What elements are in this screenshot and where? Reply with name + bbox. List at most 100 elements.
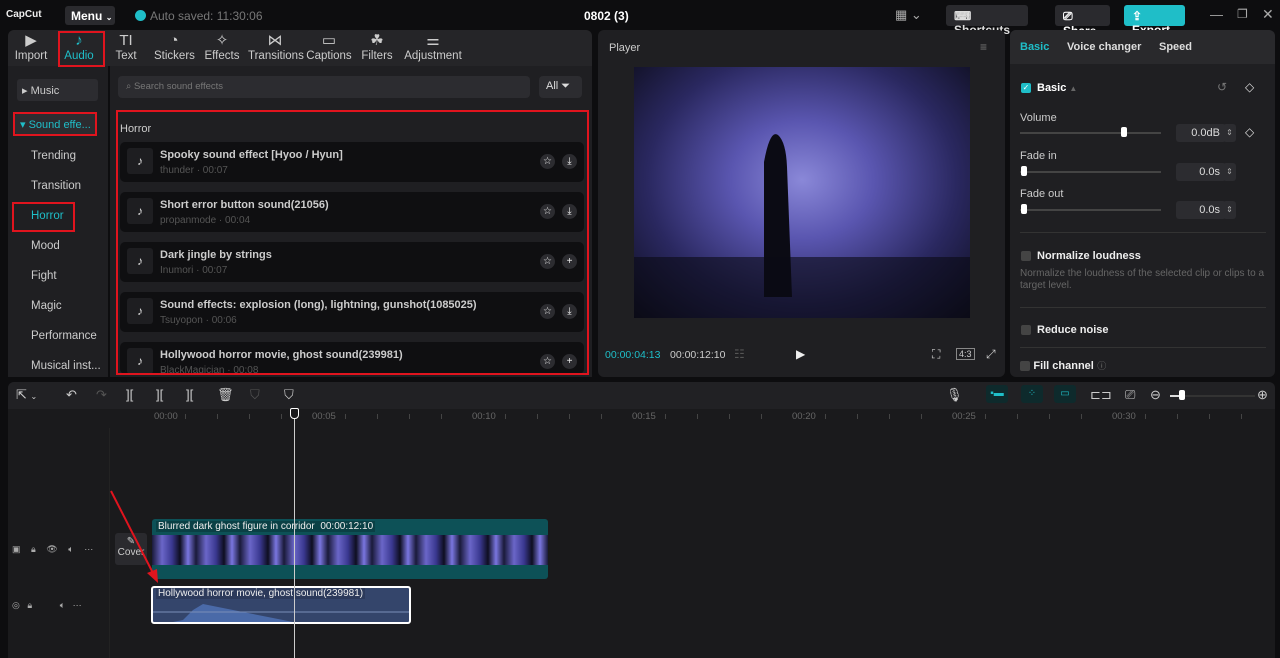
fill-channel-checkbox[interactable] — [1020, 360, 1030, 371]
favorite-icon[interactable]: ☆ — [540, 204, 555, 219]
tab-stickers[interactable]: ◔ Stickers — [154, 32, 195, 62]
favorite-icon[interactable]: ☆ — [540, 304, 555, 319]
shortcuts-button[interactable]: ⌨ Shortcuts — [946, 5, 1028, 37]
keyframe-icon[interactable]: ◇ — [1245, 80, 1254, 94]
zoom-slider-handle[interactable] — [1179, 390, 1185, 400]
download-icon[interactable]: ⤓ — [562, 154, 577, 169]
fade-in-input[interactable]: 0.0s — [1176, 163, 1226, 181]
fade-out-input[interactable]: 0.0s — [1176, 201, 1226, 219]
search-input[interactable]: ⌕ Search sound effects — [118, 76, 530, 98]
filter-button[interactable]: All ⏷ — [539, 76, 582, 98]
playhead[interactable] — [294, 410, 295, 658]
lock-icon[interactable]: 🔒︎ — [31, 544, 36, 554]
category-transition[interactable]: Transition — [31, 180, 81, 192]
export-button[interactable]: ⇪ Export — [1124, 5, 1185, 37]
help-icon[interactable]: ⓘ — [1097, 361, 1106, 371]
preview-axis-icon[interactable]: ⊏⊐ — [1090, 387, 1112, 403]
fit-icon[interactable]: ⛶ — [932, 347, 940, 362]
aspect-ratio-button[interactable]: 4:3 — [956, 348, 975, 360]
video-clip[interactable]: Blurred dark ghost figure in corridor 00… — [152, 519, 548, 579]
split-left-icon[interactable]: ][ — [156, 387, 163, 402]
delete-icon[interactable]: 🗑 — [217, 387, 234, 403]
sound-item[interactable]: ♪ Short error button sound(21056) propanmo… — [120, 192, 584, 232]
frames-icon[interactable]: ☷ — [734, 347, 745, 361]
minimize-button[interactable]: — — [1210, 7, 1223, 22]
tab-transitions[interactable]: ⋈ Transitions — [248, 32, 304, 62]
shield-icon[interactable]: ⛉ — [250, 387, 260, 403]
volume-slider[interactable] — [1020, 132, 1161, 134]
fade-out-slider[interactable] — [1020, 209, 1161, 211]
sound-item[interactable]: ♪ Sound effects: explosion (long), lightn… — [120, 292, 584, 332]
fade-in-slider[interactable] — [1020, 171, 1161, 173]
download-icon[interactable]: ⤓ — [562, 204, 577, 219]
category-trending[interactable]: Trending — [31, 150, 76, 162]
tab-audio[interactable]: ♪ Audio — [62, 32, 96, 62]
tab-effects[interactable]: ✧ Effects — [204, 32, 240, 62]
fill-channel-row[interactable]: Fill channel ⓘ — [1020, 358, 1160, 374]
tab-filters[interactable]: ☘ Filters — [360, 32, 394, 62]
linkage-icon[interactable]: ▭ — [1054, 385, 1076, 403]
add-icon[interactable]: + — [562, 354, 577, 369]
tab-captions[interactable]: ▭ Captions — [306, 32, 352, 62]
sound-item[interactable]: ♪ Dark jingle by strings Inumori · 00:07 ☆ + — [120, 242, 584, 282]
close-button[interactable]: ✕ — [1262, 6, 1274, 23]
tab-import[interactable]: ▶ Import — [14, 32, 48, 62]
redo-icon[interactable]: ↷ — [96, 387, 107, 403]
split-right-icon[interactable]: ][ — [186, 387, 193, 402]
fade-out-stepper[interactable]: ⇕ — [1223, 201, 1236, 219]
tab-voice-changer[interactable]: Voice changer — [1067, 41, 1141, 53]
tab-adjustment[interactable]: ⚌ Adjustment — [404, 32, 462, 62]
favorite-icon[interactable]: ☆ — [540, 254, 555, 269]
microphone-icon[interactable]: 🎙 — [946, 387, 963, 403]
category-magic[interactable]: Magic — [31, 300, 62, 312]
category-horror[interactable]: Horror — [31, 210, 64, 222]
category-music[interactable]: ▸ Music — [17, 79, 98, 101]
split-icon[interactable]: ][ — [126, 387, 133, 402]
category-sound-effects[interactable]: ▾ Sound effe... — [15, 113, 97, 135]
speaker-icon[interactable]: 🔈︎ — [68, 544, 73, 554]
playhead-handle[interactable] — [290, 408, 299, 419]
collapse-icon[interactable]: ▲ — [1069, 84, 1077, 93]
select-tool-icon[interactable]: ⇱ ⌄ — [16, 387, 37, 403]
eye-icon[interactable]: 👁︎ — [46, 544, 57, 554]
marker-icon[interactable]: ⛉ — [284, 387, 294, 403]
maximize-button[interactable]: ❐ — [1237, 7, 1248, 21]
main-track-magnet-icon[interactable]: ▪▬ — [986, 385, 1008, 403]
lock-icon[interactable]: 🔒︎ — [27, 600, 32, 610]
zoom-out-icon[interactable]: ⊖ — [1150, 387, 1161, 403]
category-mood[interactable]: Mood — [31, 240, 60, 252]
tab-basic[interactable]: Basic — [1020, 41, 1049, 53]
reset-icon[interactable]: ↺ — [1217, 80, 1227, 94]
category-performance[interactable]: Performance — [31, 330, 97, 342]
fade-in-stepper[interactable]: ⇕ — [1223, 163, 1236, 181]
menu-button[interactable]: Menu ⌄ — [65, 6, 115, 25]
download-icon[interactable]: ⤓ — [562, 304, 577, 319]
undo-icon[interactable]: ↶ — [66, 387, 77, 403]
favorite-icon[interactable]: ☆ — [540, 354, 555, 369]
add-icon[interactable]: + — [562, 254, 577, 269]
audio-clip[interactable]: Hollywood horror movie, ghost sound(2399… — [151, 586, 411, 624]
layout-icon[interactable]: ▦ ⌄ — [895, 7, 922, 23]
category-musical-instruments[interactable]: Musical inst... — [31, 360, 101, 372]
more-icon[interactable]: ⋯ — [84, 544, 93, 554]
zoom-fit-icon[interactable]: ⎚ — [1125, 387, 1135, 403]
play-button[interactable]: ▶ — [796, 347, 805, 361]
video-preview[interactable] — [634, 67, 970, 318]
volume-stepper[interactable]: ⇕ — [1223, 124, 1236, 142]
tab-speed[interactable]: Speed — [1159, 41, 1192, 53]
category-fight[interactable]: Fight — [31, 270, 57, 282]
volume-input[interactable]: 0.0dB — [1176, 124, 1226, 142]
sound-item[interactable]: ♪ Spooky sound effect [Hyoo / Hyun] thunde… — [120, 142, 584, 182]
tab-text[interactable]: TI Text — [114, 32, 138, 62]
sound-item[interactable]: ♪ Hollywood horror movie, ghost sound(239… — [120, 342, 584, 374]
volume-keyframe-icon[interactable]: ◇ — [1245, 125, 1254, 139]
zoom-in-icon[interactable]: ⊕ — [1257, 387, 1268, 403]
basic-checkbox[interactable]: ✓ — [1021, 83, 1031, 93]
favorite-icon[interactable]: ☆ — [540, 154, 555, 169]
reduce-noise-checkbox[interactable] — [1021, 325, 1031, 335]
more-icon[interactable]: ⋯ — [73, 600, 82, 610]
normalize-checkbox[interactable] — [1021, 251, 1031, 261]
fade-in-handle[interactable] — [1021, 166, 1027, 176]
fullscreen-icon[interactable]: ⤢ — [986, 347, 996, 362]
speaker-icon[interactable]: 🔈︎ — [60, 600, 65, 610]
